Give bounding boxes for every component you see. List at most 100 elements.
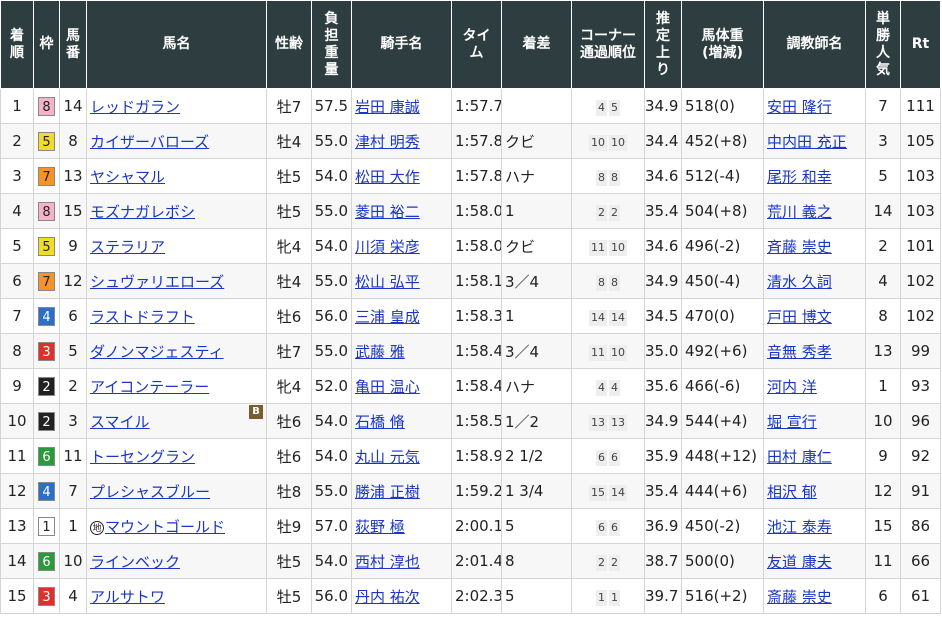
waku-cell: 5	[33, 123, 60, 159]
jockey-link[interactable]: 丹内 祐次	[355, 588, 420, 606]
horse-name-link[interactable]: シュヴァリエローズ	[90, 273, 224, 291]
jockey-link[interactable]: 松山 弘平	[355, 273, 420, 291]
waku-badge: 5	[38, 236, 55, 256]
horse-name-link[interactable]: スマイル	[90, 413, 150, 431]
trainer-link[interactable]: 斉藤 崇史	[767, 238, 832, 256]
trainer-link[interactable]: 友道 康夫	[767, 553, 832, 571]
popularity-cell: 11	[865, 543, 901, 579]
popularity-cell: 9	[865, 438, 901, 474]
rating-cell: 102	[900, 263, 941, 299]
horse-name-link[interactable]: ダノンマジェスティ	[90, 343, 224, 361]
jockey-link[interactable]: 松田 大作	[355, 168, 420, 186]
jockey-link[interactable]: 三浦 皇成	[355, 308, 420, 326]
corner-positions-cell: 15 14	[571, 473, 645, 509]
waku-cell: 8	[33, 193, 60, 229]
time-cell: 1:58.3	[451, 298, 502, 334]
margin-cell: 1／2	[501, 403, 572, 439]
trainer-link[interactable]: 相沢 郁	[767, 483, 817, 501]
trainer-link[interactable]: 斎藤 崇史	[767, 588, 832, 606]
sex-age-cell: 牡4	[266, 123, 312, 159]
trainer-cell: 斎藤 崇史	[763, 578, 866, 614]
horse-name-link[interactable]: プレシャスブルー	[90, 483, 210, 501]
rank-cell: 5	[0, 228, 34, 264]
last-3f-cell: 35.0	[644, 333, 682, 369]
jockey-link[interactable]: 亀田 温心	[355, 378, 420, 396]
trainer-cell: 池江 泰寿	[763, 508, 866, 544]
trainer-link[interactable]: 河内 洋	[767, 378, 817, 396]
trainer-link[interactable]: 尾形 和幸	[767, 168, 832, 186]
waku-cell: 3	[33, 333, 60, 369]
jockey-link[interactable]: 石橋 脩	[355, 413, 405, 431]
rating-cell: 105	[900, 123, 941, 159]
waku-badge: 3	[38, 341, 55, 361]
jockey-link[interactable]: 丸山 元気	[355, 448, 420, 466]
jockey-link[interactable]: 勝浦 正樹	[355, 483, 420, 501]
time-cell: 2:00.1	[451, 508, 502, 544]
horse-name-link[interactable]: アルサトワ	[90, 588, 165, 606]
margin-cell: クビ	[501, 228, 572, 264]
horse-name-link[interactable]: ヤシャマル	[90, 168, 165, 186]
sex-age-cell: 牝4	[266, 368, 312, 404]
trainer-link[interactable]: 池江 泰寿	[767, 518, 832, 536]
popularity-cell: 8	[865, 298, 901, 334]
horse-name-link[interactable]: アイコンテーラー	[90, 378, 209, 396]
horse-name-link[interactable]: モズナガレボシ	[90, 203, 195, 221]
corner-position-1: 8	[596, 274, 607, 291]
trainer-link[interactable]: 田村 康仁	[767, 448, 832, 466]
header-margin: 着差	[501, 0, 572, 89]
horse-name-link[interactable]: レッドガラン	[90, 98, 180, 116]
jockey-cell: 松田 大作	[351, 158, 452, 194]
horse-number-cell: 3	[59, 403, 87, 439]
waku-badge: 6	[38, 551, 55, 571]
time-cell: 1:58.9	[451, 438, 502, 474]
trainer-link[interactable]: 清水 久詞	[767, 273, 832, 291]
jockey-cell: 武藤 雅	[351, 333, 452, 369]
jockey-link[interactable]: 西村 淳也	[355, 553, 420, 571]
jockey-cell: 丸山 元気	[351, 438, 452, 474]
trainer-link[interactable]: 音無 秀孝	[767, 343, 832, 361]
horse-name-cell: ステラリア	[86, 228, 267, 264]
horse-number-cell: 7	[59, 473, 87, 509]
trainer-link[interactable]: 戸田 博文	[767, 308, 832, 326]
jockey-link[interactable]: 武藤 雅	[355, 343, 405, 361]
time-cell: 1:58.4	[451, 368, 502, 404]
body-weight-cell: 504(+8)	[681, 193, 764, 229]
sex-age-cell: 牡5	[266, 543, 312, 579]
jockey-link[interactable]: 菱田 裕二	[355, 203, 420, 221]
horse-name-link[interactable]: ラストドラフト	[90, 308, 195, 326]
sex-age-cell: 牡7	[266, 333, 312, 369]
trainer-link[interactable]: 堀 宣行	[767, 413, 817, 431]
trainer-link[interactable]: 中内田 充正	[767, 133, 847, 151]
popularity-cell: 2	[865, 228, 901, 264]
horse-name-link[interactable]: ステラリア	[90, 238, 165, 256]
corner-positions: 15 14	[588, 482, 628, 501]
jockey-cell: 津村 明秀	[351, 123, 452, 159]
weight-carried-cell: 55.0	[311, 333, 352, 369]
trainer-link[interactable]: 荒川 義之	[767, 203, 832, 221]
rank-cell: 8	[0, 333, 34, 369]
horse-name-link[interactable]: カイザーバローズ	[90, 133, 209, 151]
trainer-cell: 荒川 義之	[763, 193, 866, 229]
margin-cell: ハナ	[501, 368, 572, 404]
waku-cell: 4	[33, 298, 60, 334]
horse-name-link[interactable]: マウントゴールド	[105, 518, 225, 536]
jockey-link[interactable]: 津村 明秀	[355, 133, 420, 151]
jockey-link[interactable]: 岩田 康誠	[355, 98, 420, 116]
weight-carried-cell: 55.0	[311, 473, 352, 509]
time-cell: 1:57.8	[451, 158, 502, 194]
trainer-cell: 安田 隆行	[763, 88, 866, 124]
corner-position-1: 2	[596, 554, 607, 571]
jockey-link[interactable]: 川須 栄彦	[355, 238, 420, 256]
table-row: 2 5 8 カイザーバローズ 牡4 55.0 津村 明秀 1:57.8 クビ 10 10 34.4 45…	[0, 123, 941, 159]
horse-name-cell: 地マウントゴールド	[86, 508, 267, 544]
weight-carried-cell: 54.0	[311, 158, 352, 194]
body-weight-cell: 544(+4)	[681, 403, 764, 439]
horse-name-link[interactable]: トーセングラン	[90, 448, 195, 466]
margin-cell: 1	[501, 298, 572, 334]
trainer-link[interactable]: 安田 隆行	[767, 98, 832, 116]
horse-name-link[interactable]: ラインベック	[90, 553, 180, 571]
jockey-link[interactable]: 荻野 極	[355, 518, 405, 536]
margin-cell: 5	[501, 508, 572, 544]
corner-position-2: 10	[609, 344, 627, 361]
body-weight-cell: 452(+8)	[681, 123, 764, 159]
